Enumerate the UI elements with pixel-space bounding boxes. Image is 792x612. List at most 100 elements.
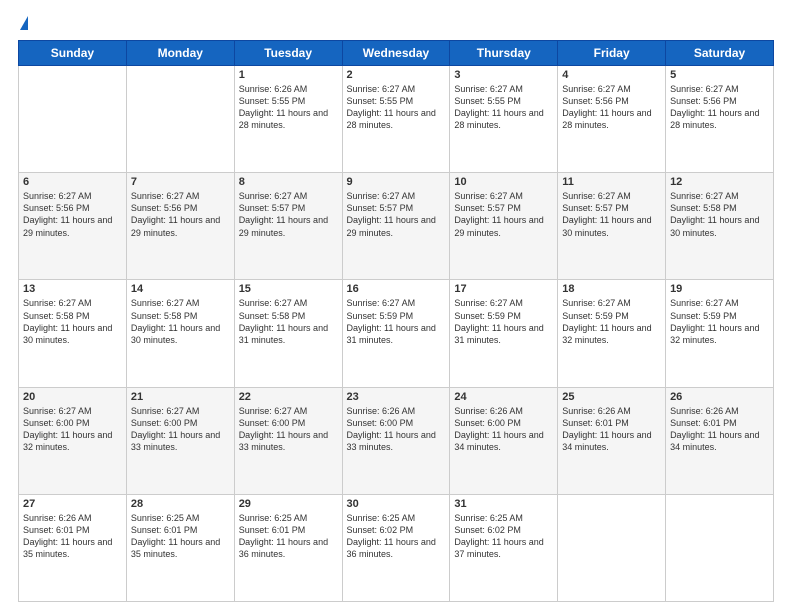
- day-number: 18: [562, 283, 661, 295]
- cell-info: Sunrise: 6:27 AMSunset: 5:56 PMDaylight:…: [562, 83, 661, 132]
- weekday-header-row: SundayMondayTuesdayWednesdayThursdayFrid…: [19, 41, 774, 66]
- calendar-cell: 12Sunrise: 6:27 AMSunset: 5:58 PMDayligh…: [666, 173, 774, 280]
- day-number: 8: [239, 176, 338, 188]
- calendar-cell: 1 Sunrise: 6:26 AMSunset: 5:55 PMDaylight…: [234, 66, 342, 173]
- calendar-cell: 23 Sunrise: 6:26 AMSunset: 6:00 PMDayligh…: [342, 387, 450, 494]
- calendar-cell: 19 Sunrise: 6:27 AMSunset: 5:59 PMDayligh…: [666, 280, 774, 387]
- cell-info: Sunrise: 6:26 AMSunset: 6:01 PMDaylight:…: [23, 512, 122, 561]
- cell-info: Sunrise: 6:27 AMSunset: 5:55 PMDaylight:…: [347, 83, 446, 132]
- logo: [18, 18, 28, 30]
- day-number: 4: [562, 69, 661, 81]
- calendar-week-row: 1 Sunrise: 6:26 AMSunset: 5:55 PMDaylight…: [19, 66, 774, 173]
- calendar-week-row: 6Sunrise: 6:27 AMSunset: 5:56 PMDaylight…: [19, 173, 774, 280]
- day-number: 17: [454, 283, 553, 295]
- day-number: 13: [23, 283, 122, 295]
- calendar-cell: 11 Sunrise: 6:27 AMSunset: 5:57 PMDayligh…: [558, 173, 666, 280]
- calendar-cell: 20Sunrise: 6:27 AMSunset: 6:00 PMDayligh…: [19, 387, 127, 494]
- calendar-cell: 26Sunrise: 6:26 AMSunset: 6:01 PMDayligh…: [666, 387, 774, 494]
- calendar-cell: 7 Sunrise: 6:27 AMSunset: 5:56 PMDaylight…: [126, 173, 234, 280]
- cell-info: Sunrise: 6:27 AMSunset: 5:56 PMDaylight:…: [131, 190, 230, 239]
- cell-info: Sunrise: 6:27 AMSunset: 5:57 PMDaylight:…: [347, 190, 446, 239]
- weekday-header: Sunday: [19, 41, 127, 66]
- cell-info: Sunrise: 6:27 AMSunset: 5:58 PMDaylight:…: [131, 297, 230, 346]
- cell-info: Sunrise: 6:26 AMSunset: 5:55 PMDaylight:…: [239, 83, 338, 132]
- calendar-cell: 16 Sunrise: 6:27 AMSunset: 5:59 PMDayligh…: [342, 280, 450, 387]
- day-number: 3: [454, 69, 553, 81]
- cell-info: Sunrise: 6:27 AMSunset: 5:59 PMDaylight:…: [562, 297, 661, 346]
- calendar-cell: 22 Sunrise: 6:27 AMSunset: 6:00 PMDayligh…: [234, 387, 342, 494]
- day-number: 11: [562, 176, 661, 188]
- day-number: 7: [131, 176, 230, 188]
- calendar-cell: [19, 66, 127, 173]
- day-number: 29: [239, 498, 338, 510]
- day-number: 23: [347, 391, 446, 403]
- calendar-cell: 25Sunrise: 6:26 AMSunset: 6:01 PMDayligh…: [558, 387, 666, 494]
- calendar-cell: 4 Sunrise: 6:27 AMSunset: 5:56 PMDaylight…: [558, 66, 666, 173]
- day-number: 24: [454, 391, 553, 403]
- calendar-cell: 28Sunrise: 6:25 AMSunset: 6:01 PMDayligh…: [126, 494, 234, 601]
- calendar-cell: 8 Sunrise: 6:27 AMSunset: 5:57 PMDaylight…: [234, 173, 342, 280]
- day-number: 16: [347, 283, 446, 295]
- day-number: 9: [347, 176, 446, 188]
- cell-info: Sunrise: 6:27 AMSunset: 5:55 PMDaylight:…: [454, 83, 553, 132]
- cell-info: Sunrise: 6:26 AMSunset: 6:00 PMDaylight:…: [347, 405, 446, 454]
- day-number: 21: [131, 391, 230, 403]
- cell-info: Sunrise: 6:27 AMSunset: 5:59 PMDaylight:…: [670, 297, 769, 346]
- calendar-cell: 17 Sunrise: 6:27 AMSunset: 5:59 PMDayligh…: [450, 280, 558, 387]
- calendar-cell: 29 Sunrise: 6:25 AMSunset: 6:01 PMDayligh…: [234, 494, 342, 601]
- weekday-header: Friday: [558, 41, 666, 66]
- day-number: 30: [347, 498, 446, 510]
- cell-info: Sunrise: 6:27 AMSunset: 5:58 PMDaylight:…: [23, 297, 122, 346]
- day-number: 19: [670, 283, 769, 295]
- calendar-cell: 30 Sunrise: 6:25 AMSunset: 6:02 PMDayligh…: [342, 494, 450, 601]
- cell-info: Sunrise: 6:26 AMSunset: 6:01 PMDaylight:…: [562, 405, 661, 454]
- cell-info: Sunrise: 6:25 AMSunset: 6:02 PMDaylight:…: [454, 512, 553, 561]
- calendar-week-row: 20Sunrise: 6:27 AMSunset: 6:00 PMDayligh…: [19, 387, 774, 494]
- cell-info: Sunrise: 6:27 AMSunset: 5:56 PMDaylight:…: [23, 190, 122, 239]
- cell-info: Sunrise: 6:25 AMSunset: 6:01 PMDaylight:…: [239, 512, 338, 561]
- cell-info: Sunrise: 6:27 AMSunset: 5:59 PMDaylight:…: [454, 297, 553, 346]
- weekday-header: Thursday: [450, 41, 558, 66]
- weekday-header: Wednesday: [342, 41, 450, 66]
- calendar-cell: 14Sunrise: 6:27 AMSunset: 5:58 PMDayligh…: [126, 280, 234, 387]
- cell-info: Sunrise: 6:26 AMSunset: 6:00 PMDaylight:…: [454, 405, 553, 454]
- calendar-cell: 9 Sunrise: 6:27 AMSunset: 5:57 PMDaylight…: [342, 173, 450, 280]
- cell-info: Sunrise: 6:27 AMSunset: 5:56 PMDaylight:…: [670, 83, 769, 132]
- calendar-cell: 15Sunrise: 6:27 AMSunset: 5:58 PMDayligh…: [234, 280, 342, 387]
- weekday-header: Monday: [126, 41, 234, 66]
- cell-info: Sunrise: 6:27 AMSunset: 5:57 PMDaylight:…: [562, 190, 661, 239]
- weekday-header: Saturday: [666, 41, 774, 66]
- day-number: 5: [670, 69, 769, 81]
- header: [18, 18, 774, 30]
- weekday-header: Tuesday: [234, 41, 342, 66]
- calendar-cell: 21 Sunrise: 6:27 AMSunset: 6:00 PMDayligh…: [126, 387, 234, 494]
- cell-info: Sunrise: 6:27 AMSunset: 6:00 PMDaylight:…: [239, 405, 338, 454]
- cell-info: Sunrise: 6:27 AMSunset: 5:58 PMDaylight:…: [239, 297, 338, 346]
- cell-info: Sunrise: 6:27 AMSunset: 6:00 PMDaylight:…: [23, 405, 122, 454]
- cell-info: Sunrise: 6:27 AMSunset: 5:59 PMDaylight:…: [347, 297, 446, 346]
- calendar-cell: 31Sunrise: 6:25 AMSunset: 6:02 PMDayligh…: [450, 494, 558, 601]
- day-number: 27: [23, 498, 122, 510]
- cell-info: Sunrise: 6:25 AMSunset: 6:02 PMDaylight:…: [347, 512, 446, 561]
- cell-info: Sunrise: 6:27 AMSunset: 5:57 PMDaylight:…: [454, 190, 553, 239]
- calendar-cell: 24 Sunrise: 6:26 AMSunset: 6:00 PMDayligh…: [450, 387, 558, 494]
- calendar-week-row: 27 Sunrise: 6:26 AMSunset: 6:01 PMDayligh…: [19, 494, 774, 601]
- day-number: 1: [239, 69, 338, 81]
- calendar-cell: 6Sunrise: 6:27 AMSunset: 5:56 PMDaylight…: [19, 173, 127, 280]
- calendar-cell: [666, 494, 774, 601]
- calendar-week-row: 13 Sunrise: 6:27 AMSunset: 5:58 PMDayligh…: [19, 280, 774, 387]
- calendar-cell: 5 Sunrise: 6:27 AMSunset: 5:56 PMDaylight…: [666, 66, 774, 173]
- day-number: 22: [239, 391, 338, 403]
- cell-info: Sunrise: 6:27 AMSunset: 5:57 PMDaylight:…: [239, 190, 338, 239]
- cell-info: Sunrise: 6:27 AMSunset: 5:58 PMDaylight:…: [670, 190, 769, 239]
- calendar-cell: 18 Sunrise: 6:27 AMSunset: 5:59 PMDayligh…: [558, 280, 666, 387]
- cell-info: Sunrise: 6:27 AMSunset: 6:00 PMDaylight:…: [131, 405, 230, 454]
- day-number: 10: [454, 176, 553, 188]
- calendar-cell: 27 Sunrise: 6:26 AMSunset: 6:01 PMDayligh…: [19, 494, 127, 601]
- calendar-cell: 13 Sunrise: 6:27 AMSunset: 5:58 PMDayligh…: [19, 280, 127, 387]
- logo-text: [18, 18, 28, 30]
- calendar-table: SundayMondayTuesdayWednesdayThursdayFrid…: [18, 40, 774, 602]
- calendar-cell: [558, 494, 666, 601]
- day-number: 2: [347, 69, 446, 81]
- calendar-cell: 10 Sunrise: 6:27 AMSunset: 5:57 PMDayligh…: [450, 173, 558, 280]
